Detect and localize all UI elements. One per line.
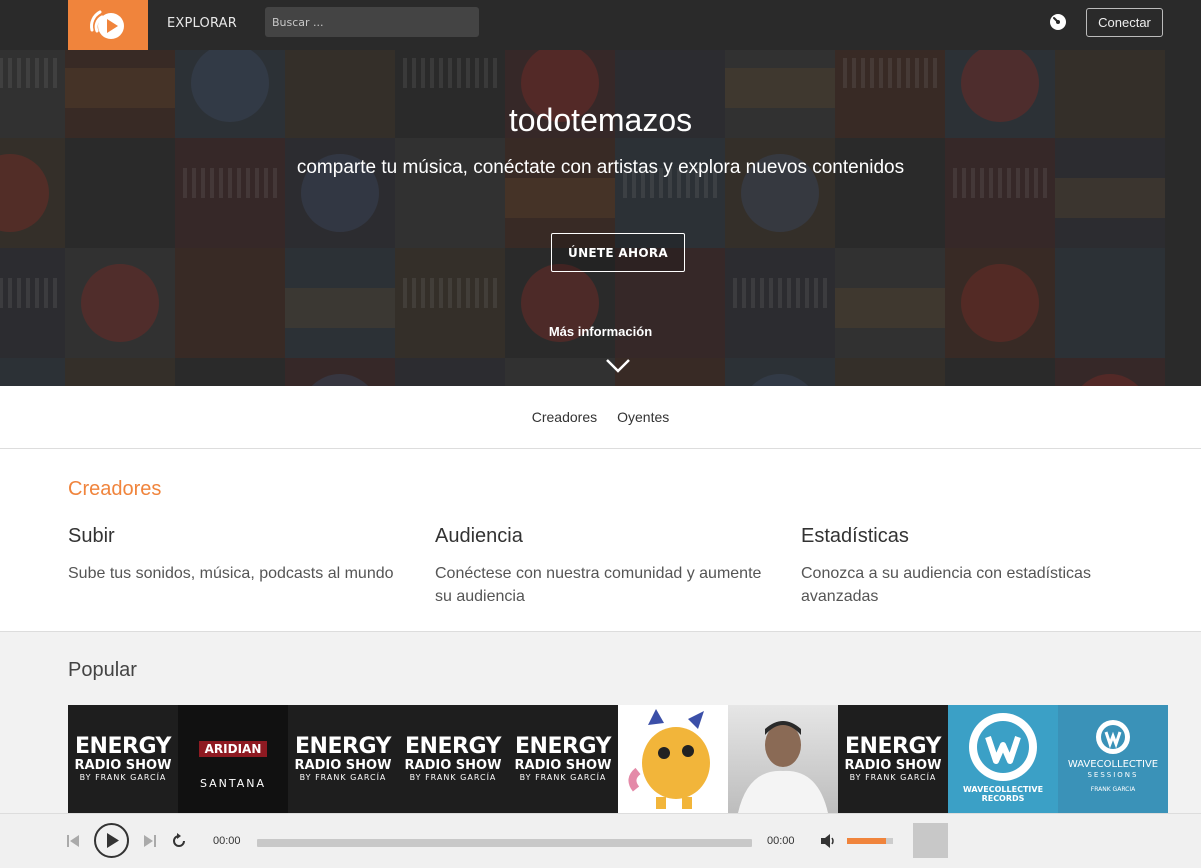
cover-mascot[interactable]	[618, 705, 728, 813]
play-circle-logo-icon	[90, 10, 124, 39]
feature-title: Subir	[68, 525, 115, 547]
cover-energy-radio-show[interactable]: ENERGY RADIO SHOW BY FRANK GARCÍA	[508, 705, 618, 813]
skip-previous-icon[interactable]	[66, 834, 80, 848]
now-playing-thumbnail[interactable]	[913, 823, 948, 858]
cover-wavecollective-records[interactable]: WAVECOLLECTIVE RECORDS	[948, 705, 1058, 813]
cover-text: BY FRANK GARCÍA	[519, 773, 607, 782]
cover-text: SESSIONS	[1087, 771, 1139, 779]
cover-energy-radio-show[interactable]: ENERGY RADIO SHOW BY FRANK GARCÍA	[68, 705, 178, 813]
play-button-icon[interactable]	[93, 822, 130, 859]
volume-level	[847, 838, 887, 844]
cover-text: ENERGY	[845, 734, 941, 759]
hero-title: todotemazos	[508, 102, 693, 138]
feature-text: Conozca a su audiencia con estadísticas …	[801, 565, 1091, 605]
creators-title: Creadores	[68, 478, 162, 500]
tab-creators[interactable]: Creadores	[532, 409, 597, 425]
cover-text: SANTANA	[199, 777, 267, 790]
cover-text: BY FRANK GARCÍA	[79, 773, 167, 782]
cover-text: BY FRANK GARCÍA	[299, 773, 387, 782]
connect-button[interactable]: Conectar	[1086, 8, 1163, 37]
feature-audience: Audiencia Conéctese con nuestra comunida…	[435, 525, 775, 608]
logo[interactable]	[68, 0, 148, 50]
popular-title: Popular	[68, 659, 137, 681]
cover-aridian[interactable]: ARIDIAN SANTANA	[178, 705, 288, 813]
hero-subtitle: comparte tu música, conéctate con artist…	[296, 157, 905, 178]
explore-link[interactable]: EXPLORAR	[167, 16, 237, 31]
cover-text: WAVECOLLECTIVE RECORDS	[962, 785, 1044, 803]
cover-text: ENERGY	[515, 734, 611, 759]
wave-logo-icon	[1096, 720, 1130, 754]
wave-logo-icon	[969, 713, 1037, 781]
cover-text: ENERGY	[75, 734, 171, 759]
feature-text: Conéctese con nuestra comunidad y aument…	[435, 565, 762, 605]
cover-text: ENERGY	[295, 734, 391, 759]
chevron-down-icon[interactable]	[605, 358, 631, 374]
tab-listeners[interactable]: Oyentes	[617, 409, 669, 425]
current-time: 00:00	[213, 835, 241, 847]
portrait-illustration	[738, 721, 828, 813]
progress-track[interactable]	[257, 839, 752, 847]
audio-player: 00:00 00:00	[0, 813, 1201, 868]
cover-text: WAVECOLLECTIVE	[1067, 759, 1159, 770]
cover-energy-radio-show[interactable]: ENERGY RADIO SHOW BY FRANK GARCÍA	[398, 705, 508, 813]
feature-statistics: Estadísticas Conozca a su audiencia con …	[801, 525, 1141, 608]
cover-energy-radio-show[interactable]: ENERGY RADIO SHOW BY FRANK GARCÍA	[838, 705, 948, 813]
cover-text: ARIDIAN	[198, 741, 268, 757]
feature-title: Audiencia	[435, 525, 523, 547]
cover-text: BY FRANK GARCÍA	[849, 773, 937, 782]
hero-banner: todotemazos comparte tu música, conéctat…	[0, 50, 1201, 386]
cover-text: BY FRANK GARCÍA	[409, 773, 497, 782]
feature-text: Sube tus sonidos, música, podcasts al mu…	[68, 565, 394, 582]
gauge-icon[interactable]	[1049, 13, 1067, 31]
join-now-button[interactable]: ÚNETE AHORA	[551, 233, 685, 272]
repeat-icon[interactable]	[171, 833, 187, 849]
cover-text: RADIO SHOW	[74, 758, 172, 773]
cover-wavecollective-sessions[interactable]: WAVECOLLECTIVE SESSIONS FRANK GARCIA	[1058, 705, 1168, 813]
popular-section: Popular ENERGY RADIO SHOW BY FRANK GARCÍ…	[0, 632, 1201, 813]
popular-covers: ENERGY RADIO SHOW BY FRANK GARCÍA ARIDIA…	[68, 705, 1168, 813]
total-time: 00:00	[767, 835, 795, 847]
more-info-link[interactable]: Más información	[0, 324, 1201, 339]
cover-portrait[interactable]	[728, 705, 838, 813]
mascot-illustration	[618, 705, 728, 813]
cover-text: FRANK GARCIA	[1090, 786, 1136, 793]
cover-text: ENERGY	[405, 734, 501, 759]
cover-text: RADIO SHOW	[514, 758, 612, 773]
volume-slider[interactable]	[847, 838, 893, 844]
skip-next-icon[interactable]	[143, 834, 157, 848]
section-tabs: Creadores Oyentes	[0, 386, 1201, 449]
top-navbar: EXPLORAR Conectar	[0, 0, 1201, 50]
feature-title: Estadísticas	[801, 525, 909, 547]
cover-text: RADIO SHOW	[294, 758, 392, 773]
volume-icon[interactable]	[820, 833, 838, 849]
cover-energy-radio-show[interactable]: ENERGY RADIO SHOW BY FRANK GARCÍA	[288, 705, 398, 813]
search-input[interactable]	[265, 7, 479, 37]
cover-text: RADIO SHOW	[404, 758, 502, 773]
cover-text: RADIO SHOW	[844, 758, 942, 773]
feature-upload: Subir Sube tus sonidos, música, podcasts…	[68, 525, 408, 585]
creators-section: Creadores Subir Sube tus sonidos, música…	[0, 449, 1201, 632]
